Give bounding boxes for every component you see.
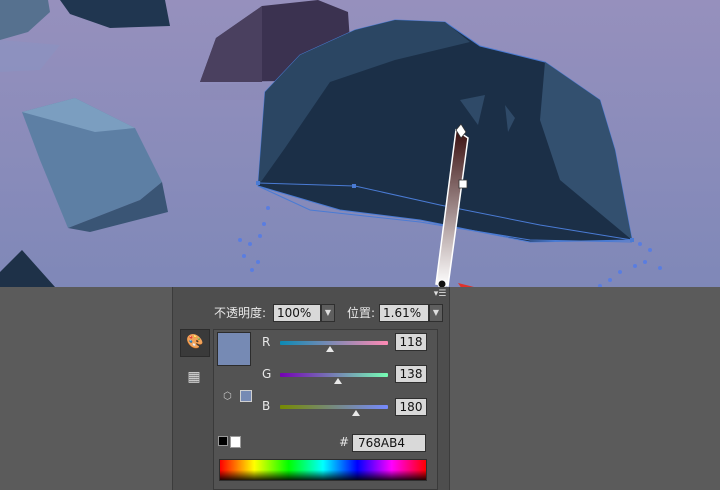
anchor-point[interactable] bbox=[352, 184, 356, 188]
green-slider[interactable] bbox=[280, 373, 388, 377]
position-dropdown-chevron-icon[interactable]: ▼ bbox=[429, 304, 443, 322]
panel-menu-icon[interactable]: ▾☰ bbox=[433, 288, 447, 300]
channel-label-g: G bbox=[262, 367, 272, 381]
position-input[interactable]: 1.61% bbox=[379, 304, 429, 322]
white-swatch[interactable] bbox=[230, 436, 241, 448]
color-preview-swatch[interactable] bbox=[217, 332, 251, 366]
red-slider-thumb[interactable] bbox=[326, 346, 334, 352]
web-safe-swatch[interactable] bbox=[240, 390, 252, 402]
channel-label-b: B bbox=[262, 399, 271, 413]
channel-label-r: R bbox=[262, 335, 271, 349]
red-slider[interactable] bbox=[280, 341, 388, 345]
blue-slider-thumb[interactable] bbox=[352, 410, 361, 416]
artboard-canvas[interactable] bbox=[0, 0, 720, 287]
blue-value-input[interactable]: 180 bbox=[395, 398, 427, 416]
green-value-input[interactable]: 138 bbox=[395, 365, 427, 383]
gradient-stop-mid[interactable] bbox=[458, 179, 468, 189]
blue-slider[interactable] bbox=[280, 405, 388, 409]
red-value-input[interactable]: 118 bbox=[395, 333, 427, 351]
color-spectrum[interactable] bbox=[219, 459, 427, 481]
opacity-input[interactable]: 100% bbox=[273, 304, 321, 322]
opacity-position-row: 不透明度: 100% ▼ 位置: 1.61% ▼ bbox=[173, 304, 449, 324]
anchor-point[interactable] bbox=[256, 181, 260, 185]
anchor-point[interactable] bbox=[630, 238, 634, 242]
hex-input[interactable]: 768AB4 bbox=[352, 434, 426, 452]
opacity-label: 不透明度: bbox=[214, 306, 267, 320]
opacity-dropdown-chevron-icon[interactable]: ▼ bbox=[321, 304, 335, 322]
color-palette-icon[interactable]: 🎨 bbox=[180, 329, 210, 357]
hex-label: # bbox=[339, 435, 350, 449]
swatch-grid-icon[interactable]: ▦ bbox=[180, 365, 208, 389]
green-slider-thumb[interactable] bbox=[334, 378, 343, 384]
black-swatch[interactable] bbox=[218, 436, 228, 446]
out-of-gamut-cube-icon[interactable]: ⬡ bbox=[223, 391, 232, 402]
position-label: 位置: bbox=[347, 306, 376, 320]
gradient-origin-handle[interactable] bbox=[437, 279, 447, 287]
color-panel: ▾☰ 不透明度: 100% ▼ 位置: 1.61% ▼ 🎨 ▦ R 118 G … bbox=[172, 287, 450, 490]
